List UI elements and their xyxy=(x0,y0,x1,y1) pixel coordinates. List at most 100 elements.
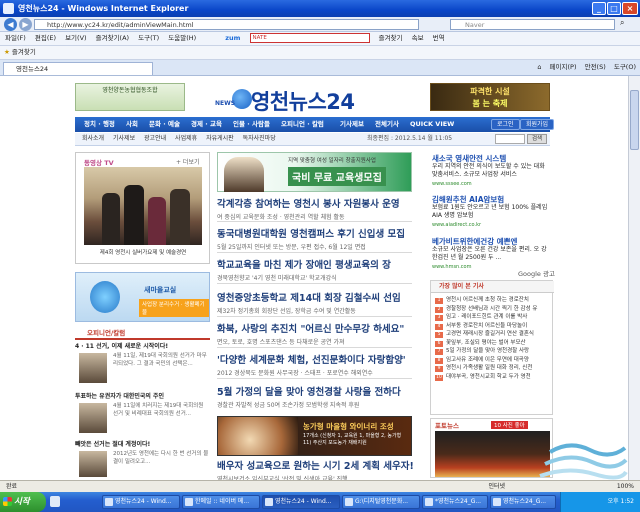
search-input[interactable]: Naver xyxy=(450,19,615,30)
login-button[interactable]: 로그인 xyxy=(491,119,520,130)
window-title-bar[interactable]: 영천뉴스24 - Windows Internet Explorer _ □ × xyxy=(0,0,640,17)
nav-opinion[interactable]: 오피니언 · 칼럼 xyxy=(281,120,324,128)
photo-news-title[interactable]: 포토뉴스 xyxy=(435,420,459,430)
right-header-ad[interactable]: 파격한 시설 봄 는 축제 xyxy=(430,83,550,111)
nav-people[interactable]: 인물 · 사람들 xyxy=(233,120,270,128)
taskbar-item[interactable]: 영천뉴스24_G... xyxy=(490,495,556,509)
tab-yc24[interactable]: 영천뉴스24 xyxy=(3,62,153,75)
list-item[interactable]: 6 꽃잎부, 조실되 평야는 벌어 부모산 xyxy=(435,339,551,348)
home-icon[interactable]: ⌂ xyxy=(537,63,541,71)
address-bar[interactable]: http://www.yc24.kr/edit/adminViewMain.ht… xyxy=(34,19,419,30)
nav-politics[interactable]: 정치 · 행정 xyxy=(84,120,115,128)
taskbar-item[interactable]: G:\디지털영천문화... xyxy=(342,495,420,509)
nav-society[interactable]: 사회 xyxy=(126,120,138,128)
favorites-label[interactable]: 즐겨찾기 xyxy=(12,48,36,56)
tv-more-link[interactable]: + 더보기 xyxy=(176,157,200,166)
join-button[interactable]: 회원가입 xyxy=(520,119,555,130)
headline-item[interactable]: 학교교육을 마친 제가 장애인 평생교육의 장 경북영천향교 '4기 영천 미래… xyxy=(217,257,417,282)
opinion-item[interactable]: 4 · 11 선거, 이제 새로운 시작이다! 4월 11일, 제19대 국회의… xyxy=(75,343,210,391)
site-search-button[interactable]: 검색 xyxy=(527,134,547,144)
subnav-ads[interactable]: 광고안내 xyxy=(144,135,166,142)
ad-link[interactable]: www.aiadirect.co.kr xyxy=(432,222,481,228)
toolbar-favorites[interactable]: 즐겨찾기 xyxy=(379,34,403,42)
list-item[interactable]: 3 임고 · 레이포드힌트 관계 이룰 박사 xyxy=(435,313,551,322)
zum-toolbar[interactable]: zum xyxy=(225,34,240,42)
search-icon[interactable]: ⌕ xyxy=(620,18,624,28)
headline-item[interactable]: 5월 가정의 달을 맞아 영천경찰 사랑을 전하다 경찰관 자발적 성금 50여… xyxy=(217,384,417,409)
job-training-banner[interactable]: 지역 맞춤형 여성 일자리 창출지원사업 국비 무료 교육생모집 xyxy=(217,152,412,192)
toolbar-translate[interactable]: 번역 xyxy=(433,34,445,42)
taskbar-item[interactable]: 영천뉴스24 - Wind... xyxy=(262,495,340,509)
subnav-board[interactable]: 자유게시판 xyxy=(206,135,234,142)
opinion-header[interactable]: 오피니언/칼럼 xyxy=(75,327,210,340)
scrollbar-thumb[interactable] xyxy=(630,90,639,150)
taskbar-item[interactable]: *영천뉴스24_G... xyxy=(422,495,488,509)
opinion-item[interactable]: 투표하는 유권자가 대한민국의 주인 4월 11일에 치러지는 제19대 국회의… xyxy=(75,393,210,439)
nav-quickview[interactable]: QUICK VIEW xyxy=(410,120,454,128)
ad-body[interactable]: 보험료 1원도 안오르고 년 보험 100% 플레임 AIA 생명 암보험 xyxy=(432,204,552,220)
list-item[interactable]: 5 고경면 재래시장 즐길거리 연산 결혼식 xyxy=(435,330,551,339)
menu-edit[interactable]: 편집(E) xyxy=(35,34,56,42)
nate-search-input[interactable]: NATE xyxy=(249,33,370,43)
list-item[interactable]: 4 서부동 경로잔치 어르신들 마당놀이 xyxy=(435,322,551,331)
back-button[interactable]: ◀ xyxy=(4,18,17,31)
google-ads-label[interactable]: Google 광고 xyxy=(518,268,555,278)
nav-report[interactable]: 기사제보 xyxy=(340,120,364,128)
list-item[interactable]: 2 경찰청장 선배님과 시간 찍기 한 감성 유 xyxy=(435,305,551,314)
left-header-ad[interactable]: 영천양돈농협협동조합 xyxy=(75,83,185,111)
ad-body[interactable]: 소규모 사업장은 오른 건강 보존을 편리. 오 강한검진 년 월 2500원 … xyxy=(432,246,552,262)
list-item[interactable]: 9 영천시 가족생활 일원 대화 정리, 신천 xyxy=(435,364,551,373)
subnav-report[interactable]: 기사제보 xyxy=(113,135,135,142)
banner-top-text: 지역 맞춤형 여성 일자리 창출지원사업 xyxy=(288,158,376,164)
ad-body[interactable]: 우리 지역의 안전 의식이 보도할 수 있는 대화 맞춤서비스. 소규모 사업장… xyxy=(432,163,552,179)
subnav-partner[interactable]: 사업제휴 xyxy=(175,135,197,142)
opinion-item[interactable]: 빼앗은 선거는 절대 계정이다! 2012년도 영천에는 다시 한 번 선거의 … xyxy=(75,441,210,479)
zoom-level[interactable]: 100% xyxy=(617,481,634,492)
sub-nav: 회사소개 기사제보 광고안내 사업제휴 자유게시판 독자사진마당 최종편집 : … xyxy=(75,133,550,146)
clock[interactable]: 오후 1:52 xyxy=(608,498,634,505)
list-item[interactable]: 10 대야부곡, 영천시교회 학교 두가 영천 xyxy=(435,373,551,382)
ad-link[interactable]: www.hmsn.com xyxy=(432,264,471,270)
nav-culture[interactable]: 문화 · 예술 xyxy=(149,120,180,128)
menu-file[interactable]: 파일(F) xyxy=(5,34,26,42)
menu-tools[interactable]: 도구(T) xyxy=(138,34,159,42)
headline-item[interactable]: '다양한 세계문화 체험, 선진문화이다 자랑함양' 2012 경상북도 문화원… xyxy=(217,352,417,377)
quick-launch-icon[interactable] xyxy=(50,496,60,507)
minimize-button[interactable]: _ xyxy=(592,2,606,15)
start-button[interactable]: 시작 xyxy=(0,492,46,512)
subnav-about[interactable]: 회사소개 xyxy=(82,135,104,142)
list-item[interactable]: 8 임고사유 조례에 이은 무연에 대곡양 xyxy=(435,356,551,365)
tv-caption[interactable]: 제4회 영천시 실버가요제 및 예술경연 xyxy=(82,249,204,257)
toolbar-news[interactable]: 속보 xyxy=(412,34,424,42)
tool-safety[interactable]: 안전(S) xyxy=(585,63,606,71)
taskbar-item[interactable]: 영천뉴스24 - Wind... xyxy=(102,495,180,509)
headline-item[interactable]: 영천중앙초등학교 제14대 회장 김철수씨 선임 제32차 정기총회 회장단 선… xyxy=(217,290,417,315)
menu-view[interactable]: 보기(V) xyxy=(65,34,86,42)
maximize-button[interactable]: □ xyxy=(607,2,621,15)
ad-link[interactable]: www.sssee.com xyxy=(432,181,472,187)
taskbar-item[interactable]: 한메일 :: 네이버 메... xyxy=(182,495,260,509)
list-item[interactable]: 1 영천시 어르신께 초청 하는 경로잔치 xyxy=(435,296,551,305)
nav-economy[interactable]: 경제 · 교육 xyxy=(191,120,222,128)
nav-all[interactable]: 전체기사 xyxy=(375,120,399,128)
windows-taskbar: 시작 영천뉴스24 - Wind... 한메일 :: 네이버 메... 영천뉴스… xyxy=(0,492,640,512)
opinion-headline: 투표하는 유권자가 대한민국의 주인 xyxy=(75,393,165,400)
headline-item[interactable]: 각계각층 참여하는 영천시 봉사 자원봉사 운영 여 중심의 교육문화 조성 ·… xyxy=(217,196,417,221)
site-search-input[interactable] xyxy=(495,134,525,144)
most-read-title[interactable]: 가장 많이 본 기사 xyxy=(431,281,554,293)
tv-video-thumbnail[interactable] xyxy=(84,167,202,245)
menu-help[interactable]: 도움말(H) xyxy=(168,34,196,42)
vertical-scrollbar[interactable] xyxy=(628,76,640,480)
menu-favorites[interactable]: 즐겨찾기(A) xyxy=(96,34,129,42)
winery-banner[interactable]: 농가형 마을형 와이너리 조성 17개소 (신청자 1, 교육원 1, 마을형 … xyxy=(217,416,412,456)
list-item[interactable]: 7 5일 가정의 달을 맞아 영천경찰 사랑 xyxy=(435,347,551,356)
tool-tools[interactable]: 도구(O) xyxy=(614,63,636,71)
headline-item[interactable]: 동국대병원대학원 영천캠퍼스 후기 신입생 모집 5월 25일까지 인터넷 또는… xyxy=(217,226,417,251)
close-button[interactable]: × xyxy=(622,2,638,15)
saemaul-banner[interactable]: 새마을교실 사업장 분리수거 · 생활폐기물 xyxy=(75,272,210,322)
subnav-photos[interactable]: 독자사진마당 xyxy=(243,135,276,142)
site-logo[interactable]: NEWS 영천뉴스24 xyxy=(215,86,405,116)
headline-item[interactable]: 화북, 사랑의 추진치 "어르신 만수무강 하세요" 면오, 토로, 호명 스포… xyxy=(217,321,417,346)
forward-button[interactable]: ▶ xyxy=(19,18,32,31)
tool-page[interactable]: 페이지(P) xyxy=(550,63,577,71)
